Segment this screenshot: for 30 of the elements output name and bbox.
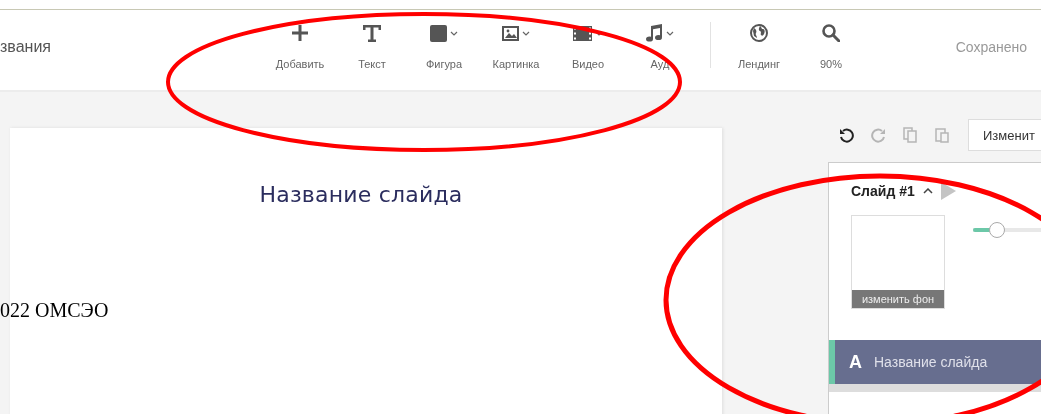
music-note-icon: [646, 24, 663, 42]
square-icon: [430, 24, 447, 42]
slide-footer-text: 022 ОМСЭО: [0, 299, 110, 322]
layer-item[interactable]: A Название слайда: [829, 340, 1041, 384]
search-icon: [822, 24, 840, 42]
slider-thumb[interactable]: [989, 222, 1005, 238]
caret-icon: [450, 30, 458, 36]
slide-label: Слайд #1: [851, 183, 915, 199]
play-icon[interactable]: [940, 182, 956, 200]
presentation-title: звания: [0, 38, 52, 56]
slide-title: Название слайда: [258, 181, 464, 207]
plus-icon: [292, 25, 308, 41]
chevron-icon[interactable]: [922, 188, 933, 194]
toolbar-button[interactable]: 90%: [799, 22, 863, 70]
image-icon: [502, 25, 519, 41]
save-status: Сохранено: [955, 39, 1027, 55]
toolbar-button[interactable]: Текст: [340, 22, 404, 70]
toolbar-button[interactable]: Фигура: [412, 22, 476, 70]
toolbar-button[interactable]: Лендинг: [727, 22, 791, 70]
text-icon: [363, 24, 381, 42]
toolbar-button[interactable]: Картинка: [484, 22, 548, 70]
globe-icon: [750, 24, 768, 42]
change-button[interactable]: Изменит: [968, 119, 1041, 151]
caret-icon: [522, 30, 530, 36]
toolbar-button[interactable]: Добавить: [268, 22, 332, 70]
text-layer-icon: A: [849, 351, 862, 373]
caret-icon: [666, 30, 674, 36]
toolbar-button[interactable]: Ауд: [628, 22, 692, 70]
toolbar-button[interactable]: Видео: [556, 22, 620, 70]
change-background-button[interactable]: изменить фон: [852, 290, 944, 308]
